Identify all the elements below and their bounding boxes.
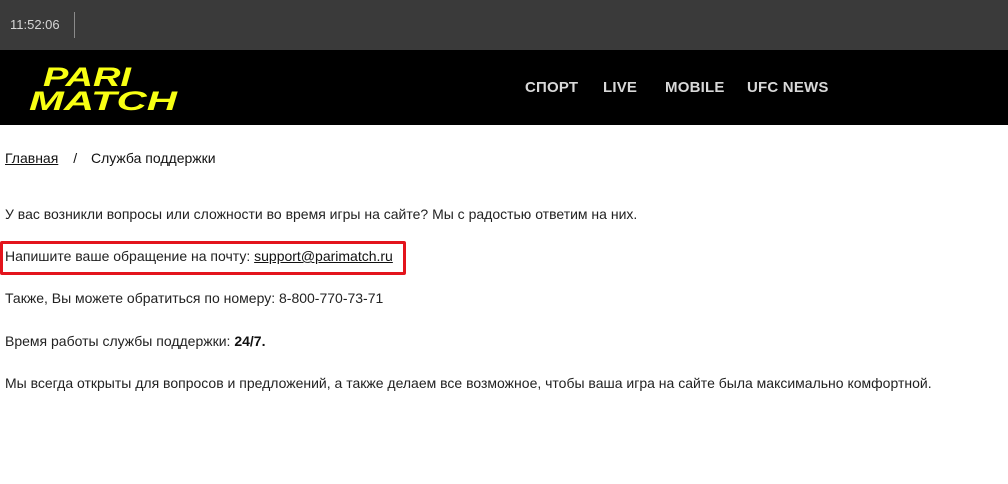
hours-value: 24/7. [234, 333, 266, 349]
site-header: PARI MATCH СПОРТ LIVE MOBILE UFC NEWS [0, 50, 1008, 125]
hours-prefix: Время работы службы поддержки: [5, 333, 235, 349]
status-divider [74, 12, 75, 38]
phone-text: Также, Вы можете обратиться по номеру: 8… [5, 290, 384, 306]
logo-text-match: MATCH [29, 86, 178, 114]
nav-ufc-news[interactable]: UFC NEWS [747, 50, 829, 125]
clock-time: 11:52:06 [10, 17, 60, 32]
top-status-bar: 11:52:06 [0, 0, 1008, 50]
intro-text: У вас возникли вопросы или сложности во … [5, 206, 638, 222]
breadcrumb-home-link[interactable]: Главная [5, 150, 58, 166]
parimatch-logo[interactable]: PARI MATCH [27, 62, 182, 114]
nav-sport[interactable]: СПОРТ [525, 50, 578, 125]
breadcrumb-current: Служба поддержки [90, 150, 216, 166]
hours-line: Время работы службы поддержки: 24/7. [5, 333, 265, 349]
breadcrumb: Главная / Служба поддержки [5, 150, 216, 166]
nav-live[interactable]: LIVE [603, 50, 637, 125]
closing-text: Мы всегда открыты для вопросов и предлож… [5, 375, 932, 391]
nav-mobile[interactable]: MOBILE [665, 50, 725, 125]
breadcrumb-separator: / [73, 150, 78, 166]
email-highlight-box [0, 241, 406, 275]
